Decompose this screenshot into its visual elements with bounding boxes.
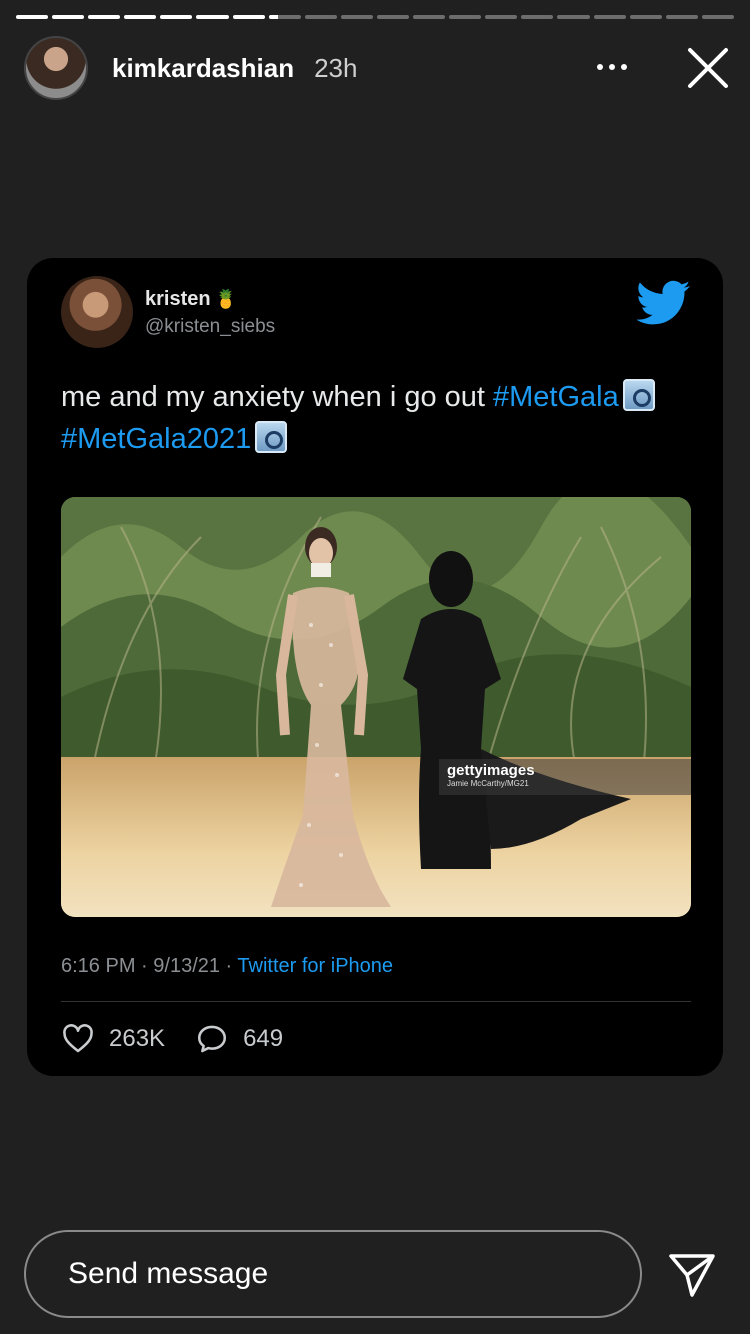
sheer-gown-figure [271,527,391,907]
story-progress-segment [304,15,337,19]
story-progress-segment [16,15,49,19]
story-progress-segment [268,15,301,19]
story-progress-segment [665,15,698,19]
story-progress-segment [340,15,373,19]
like-count: 263K [109,1025,166,1052]
story-progress-segment [449,15,482,19]
story-progress-segment [557,15,590,19]
story-progress-segment [629,15,662,19]
reply-icon[interactable] [195,1022,229,1056]
more-options-icon[interactable] [592,52,632,82]
tweet-photo[interactable]: gettyimages Jamie McCarthy/MG21 [61,497,691,917]
story-progress-bar [16,15,734,19]
avatar[interactable] [24,36,88,100]
story-progress-segment [52,15,85,19]
black-outfit-figure [403,551,631,869]
story-progress-segment [160,15,193,19]
getty-watermark: gettyimages Jamie McCarthy/MG21 [439,759,691,795]
hashtag-metgala[interactable]: #MetGala [493,381,619,413]
story-progress-segment [124,15,157,19]
story-viewer: kimkardashian 23h kristen 🍍 @kristen_sieb… [0,0,750,1334]
post-time: 23h [314,52,358,83]
twitter-bird-icon [637,280,691,325]
story-progress-segment [232,15,265,19]
tweet-source-link[interactable]: Twitter for iPhone [237,955,393,977]
tweet-text: me and my anxiety when i go out #MetGala… [61,376,701,460]
story-progress-segment [88,15,121,19]
send-message-placeholder: Send message [68,1257,269,1290]
username[interactable]: kimkardashian [112,53,294,84]
pineapple-emoji: 🍍 [214,289,238,309]
tweet-author-avatar [61,276,133,348]
send-message-input[interactable]: Send message [24,1230,642,1318]
story-header: kimkardashian 23h [24,36,730,100]
close-icon[interactable] [686,46,730,90]
divider [61,1001,691,1002]
tweet-author-handle: @kristen_siebs [145,316,276,337]
tweet-stats: 263K 649 [61,1022,313,1056]
story-progress-segment [196,15,229,19]
send-icon[interactable] [668,1252,716,1298]
tweet-card[interactable]: kristen 🍍 @kristen_siebs me and my anxiet… [27,258,723,1076]
story-progress-segment [701,15,734,19]
hashtag-metgala2021[interactable]: #MetGala2021 [61,423,251,455]
camera-flash-emoji [622,379,655,411]
story-progress-segment [521,15,554,19]
reply-count: 649 [243,1025,284,1052]
camera-flash-emoji [255,421,288,453]
story-progress-segment [593,15,626,19]
heart-icon[interactable] [61,1022,95,1056]
story-progress-segment [413,15,446,19]
story-progress-segment [376,15,410,19]
tweet-author-name: kristen 🍍 [145,288,238,310]
story-progress-segment [485,15,518,19]
tweet-timestamp: 6:16 PM · 9/13/21 · Twitter for iPhone [61,955,394,977]
